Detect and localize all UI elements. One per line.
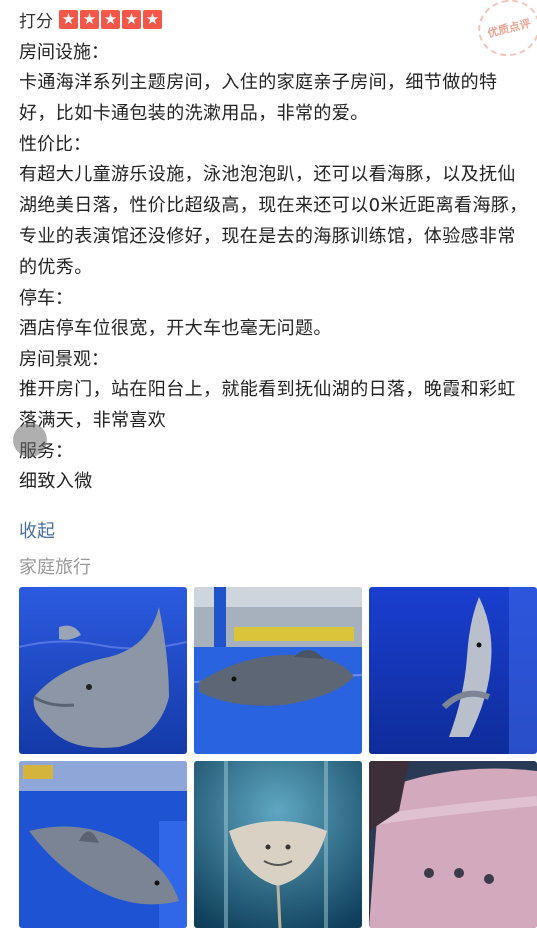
rating-row: 打分 ★ ★ ★ ★ ★ <box>19 8 162 32</box>
star-icon: ★ <box>122 9 141 29</box>
parking-heading: 停车： <box>19 288 73 309</box>
photo-dolphin-close-up[interactable] <box>19 587 187 754</box>
star-rating: ★ ★ ★ ★ ★ <box>59 9 162 29</box>
photo-dolphin-swimming[interactable] <box>19 761 187 928</box>
star-icon: ★ <box>80 9 99 29</box>
service-heading: 服务： <box>19 441 73 462</box>
touch-indicator <box>13 423 47 457</box>
photo-stingray-close-up[interactable] <box>369 761 537 928</box>
photo-dolphin-training-pool[interactable] <box>194 587 362 754</box>
collapse-button[interactable]: 收起 <box>19 517 55 543</box>
photo-gallery <box>19 587 537 928</box>
rating-label: 打分 <box>19 11 53 32</box>
service-text: 细致入微 <box>19 471 93 492</box>
photo-stingray-aquarium[interactable] <box>194 761 362 928</box>
facilities-heading: 房间设施： <box>19 42 109 63</box>
review-body: 房间设施： 卡通海洋系列主题房间，入住的家庭亲子房间，细节做的特好，比如卡通包装… <box>19 38 531 498</box>
photo-dolphin-underwater[interactable] <box>369 587 537 754</box>
parking-text: 酒店停车位很宽，开大车也毫无问题。 <box>19 318 332 339</box>
star-icon: ★ <box>59 9 78 29</box>
trip-type-tag: 家庭旅行 <box>19 557 91 578</box>
value-text: 有超大儿童游乐设施，泳池泡泡趴，还可以看海豚，以及抚仙湖绝美日落，性价比超级高，… <box>19 164 528 278</box>
view-heading: 房间景观： <box>19 349 109 370</box>
star-icon: ★ <box>143 9 162 29</box>
facilities-text: 卡通海洋系列主题房间，入住的家庭亲子房间，细节做的特好，比如卡通包装的洗漱用品，… <box>19 72 498 124</box>
star-icon: ★ <box>101 9 120 29</box>
value-heading: 性价比： <box>19 134 91 155</box>
view-text: 推开房门，站在阳台上，就能看到抚仙湖的日落，晚霞和彩虹落满天，非常喜欢 <box>19 379 516 431</box>
